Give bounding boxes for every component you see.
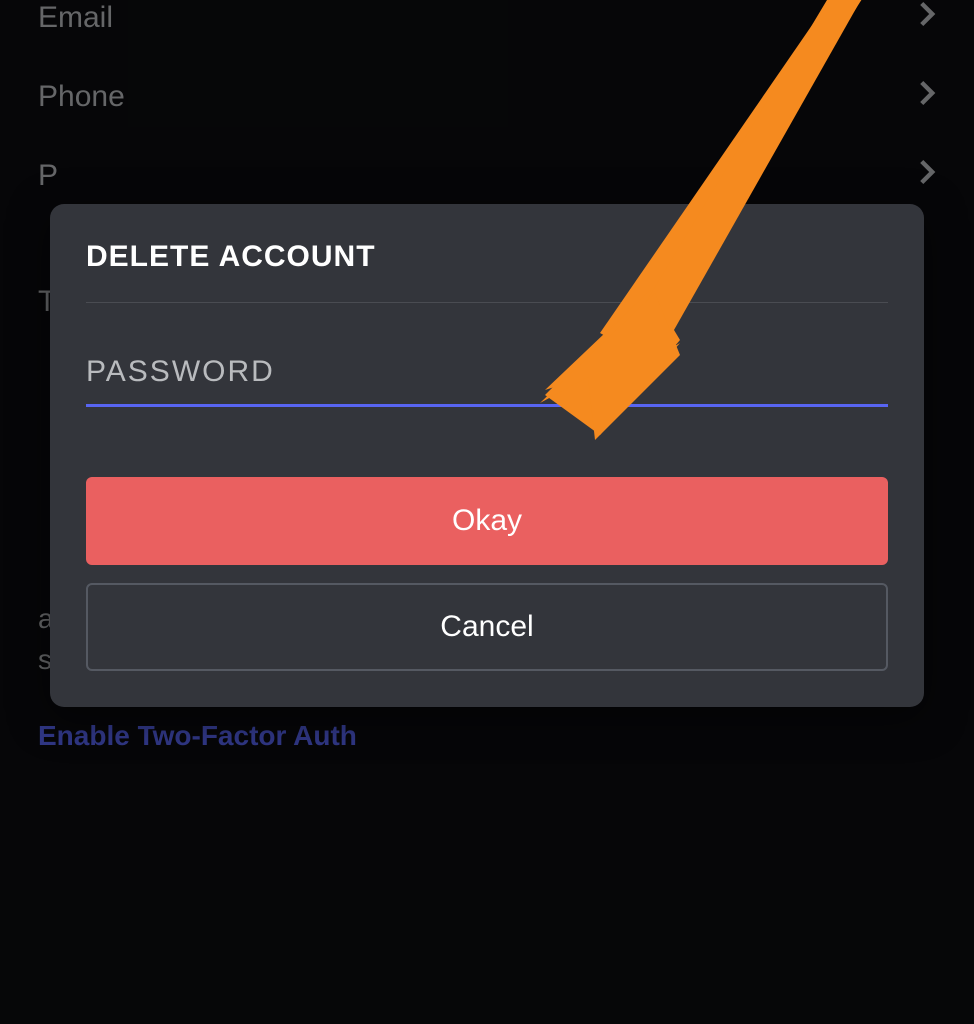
- modal-title: DELETE ACCOUNT: [86, 240, 888, 274]
- password-field[interactable]: [86, 355, 888, 407]
- cancel-button[interactable]: Cancel: [86, 583, 888, 671]
- password-input[interactable]: [86, 355, 888, 407]
- okay-button[interactable]: Okay: [86, 477, 888, 565]
- modal-divider: [86, 302, 888, 303]
- password-underline: [86, 404, 888, 407]
- delete-account-modal: DELETE ACCOUNT Okay Cancel: [50, 204, 924, 707]
